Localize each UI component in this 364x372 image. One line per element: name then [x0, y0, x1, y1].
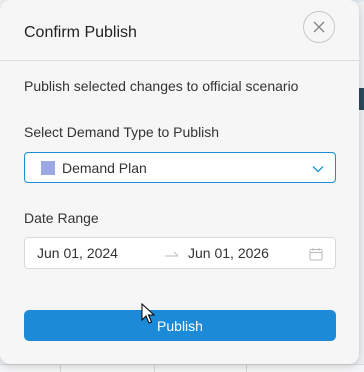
dialog-message: Publish selected changes to official sce… — [24, 78, 299, 94]
demand-plan-swatch — [41, 161, 55, 175]
close-button[interactable] — [303, 11, 335, 43]
end-date-input[interactable]: Jun 01, 2026 — [188, 245, 269, 261]
background-grid — [0, 364, 364, 372]
date-range-label: Date Range — [24, 210, 99, 226]
chevron-down-icon — [312, 166, 324, 173]
grid-line — [246, 365, 247, 372]
demand-type-label: Select Demand Type to Publish — [24, 124, 220, 140]
grid-line — [154, 365, 155, 372]
calendar-icon[interactable] — [309, 247, 323, 261]
date-range-picker[interactable]: Jun 01, 2024 Jun 01, 2026 — [24, 237, 336, 269]
dialog-title: Confirm Publish — [24, 24, 137, 41]
header-divider — [0, 60, 359, 61]
arrow-right-icon — [165, 251, 179, 257]
publish-button[interactable]: Publish — [24, 310, 336, 341]
mouse-pointer-icon — [141, 303, 155, 324]
start-date-input[interactable]: Jun 01, 2024 — [37, 245, 118, 261]
confirm-publish-dialog: Confirm Publish Publish selected changes… — [0, 0, 359, 364]
demand-type-select[interactable]: Demand Plan — [24, 152, 336, 183]
grid-line — [60, 365, 61, 372]
close-icon — [313, 21, 325, 33]
demand-type-value: Demand Plan — [62, 160, 147, 176]
